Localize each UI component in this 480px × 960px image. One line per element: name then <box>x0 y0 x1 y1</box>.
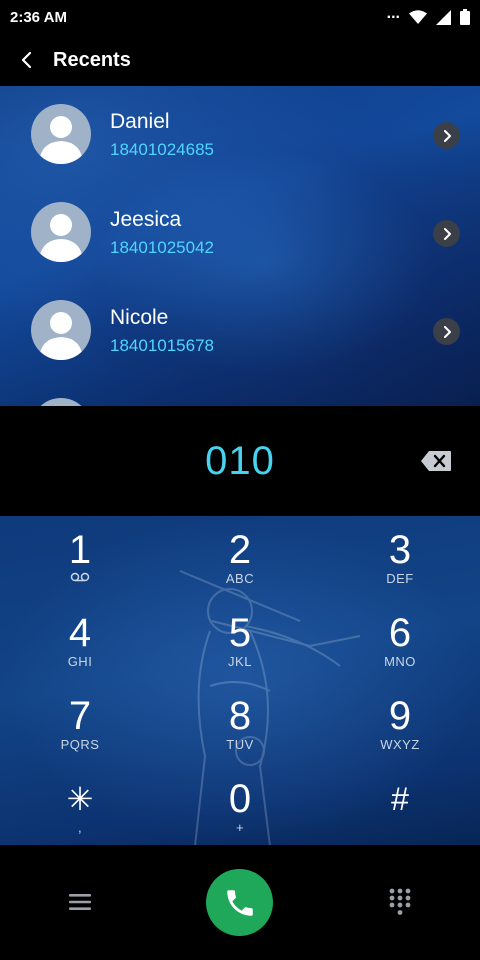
key-digit: ✳ <box>66 781 94 817</box>
key-0[interactable]: 0 + <box>180 765 300 845</box>
key-digit: 9 <box>388 694 412 738</box>
contact-row-jeesica[interactable]: Jeesica 18401025042 <box>0 184 480 282</box>
key-letters: PQRS <box>60 737 100 752</box>
person-icon <box>31 398 91 406</box>
key-digit: 7 <box>68 694 92 738</box>
key-letters: + <box>235 820 245 835</box>
backspace-button[interactable] <box>418 448 454 474</box>
contact-details-button[interactable] <box>433 220 460 247</box>
dialpad: 1 2 ABC 3 DEF 4 GHI 5 JKL 6 MNO 7 PQRS 8… <box>0 516 480 845</box>
more-dots-icon: ... <box>386 5 400 22</box>
contact-name: Daniel <box>110 110 170 133</box>
key-letters: DEF <box>386 571 414 586</box>
recents-list[interactable]: Daniel 18401024685 Jeesica 18401025042 N… <box>0 86 480 406</box>
key-digit: 5 <box>228 611 252 655</box>
key-letters: WXYZ <box>380 737 420 752</box>
avatar <box>31 398 91 406</box>
contact-row-partial[interactable] <box>0 380 480 406</box>
key-4[interactable]: 4 GHI <box>20 599 140 681</box>
dialpad-icon <box>389 888 411 915</box>
key-digit: 0 <box>228 777 252 821</box>
key-letters: GHI <box>67 654 93 669</box>
status-bar: 2:36 AM ... <box>0 0 480 34</box>
cell-signal-icon <box>436 9 451 25</box>
status-icons: ... <box>387 5 470 25</box>
voicemail-icon <box>70 572 90 582</box>
key-digit: 6 <box>388 611 412 655</box>
avatar <box>31 202 91 262</box>
key-letters: MNO <box>384 654 416 669</box>
key-5[interactable]: 5 JKL <box>180 599 300 681</box>
key-digit: 3 <box>388 528 412 572</box>
person-icon <box>39 116 83 164</box>
contact-row-daniel[interactable]: Daniel 18401024685 <box>0 86 480 184</box>
chevron-right-icon <box>443 227 451 240</box>
hamburger-menu-icon <box>69 894 91 910</box>
back-button[interactable] <box>0 34 54 86</box>
key-1[interactable]: 1 <box>20 516 140 598</box>
key-digit: 1 <box>68 528 92 572</box>
key-letters: , <box>77 820 83 835</box>
contact-number: 18401024685 <box>110 140 215 159</box>
back-arrow-icon <box>21 51 32 69</box>
key-hash[interactable]: # <box>340 765 460 845</box>
avatar <box>31 104 91 164</box>
contact-number: 18401015678 <box>110 336 215 355</box>
key-star[interactable]: ✳ , <box>20 765 140 845</box>
wifi-icon <box>409 10 427 24</box>
contact-row-nicole[interactable]: Nicole 18401015678 <box>0 282 480 380</box>
key-8[interactable]: 8 TUV <box>180 682 300 764</box>
phone-icon <box>226 889 253 916</box>
chevron-right-icon <box>443 129 451 142</box>
contact-number: 18401025042 <box>110 238 215 257</box>
key-letters: JKL <box>228 654 252 669</box>
call-button[interactable] <box>206 869 273 936</box>
key-letters: TUV <box>226 737 254 752</box>
contact-details-button[interactable] <box>433 122 460 149</box>
dialpad-toggle-button[interactable] <box>383 885 417 919</box>
key-digit: 2 <box>228 528 252 572</box>
key-7[interactable]: 7 PQRS <box>20 682 140 764</box>
contact-name: Jeesica <box>110 208 182 231</box>
bottom-bar <box>0 845 480 960</box>
key-3[interactable]: 3 DEF <box>340 516 460 598</box>
avatar <box>31 300 91 360</box>
key-digit: 4 <box>68 611 92 655</box>
battery-icon <box>460 9 470 25</box>
page-title: Recents <box>53 48 131 71</box>
person-icon <box>39 214 83 262</box>
key-6[interactable]: 6 MNO <box>340 599 460 681</box>
menu-button[interactable] <box>62 885 98 919</box>
dialed-number[interactable]: 010 <box>0 406 480 516</box>
contact-name: Nicole <box>110 306 169 329</box>
key-digit: # <box>391 781 409 817</box>
key-digit: 8 <box>228 694 252 738</box>
key-2[interactable]: 2 ABC <box>180 516 300 598</box>
person-icon <box>39 312 83 360</box>
status-time: 2:36 AM <box>10 8 67 26</box>
app-bar: Recents <box>0 34 480 86</box>
key-letters: ABC <box>225 571 255 586</box>
number-display: 010 <box>0 406 480 516</box>
key-9[interactable]: 9 WXYZ <box>340 682 460 764</box>
backspace-icon <box>421 451 451 471</box>
contact-details-button[interactable] <box>433 318 460 345</box>
chevron-right-icon <box>443 325 451 338</box>
